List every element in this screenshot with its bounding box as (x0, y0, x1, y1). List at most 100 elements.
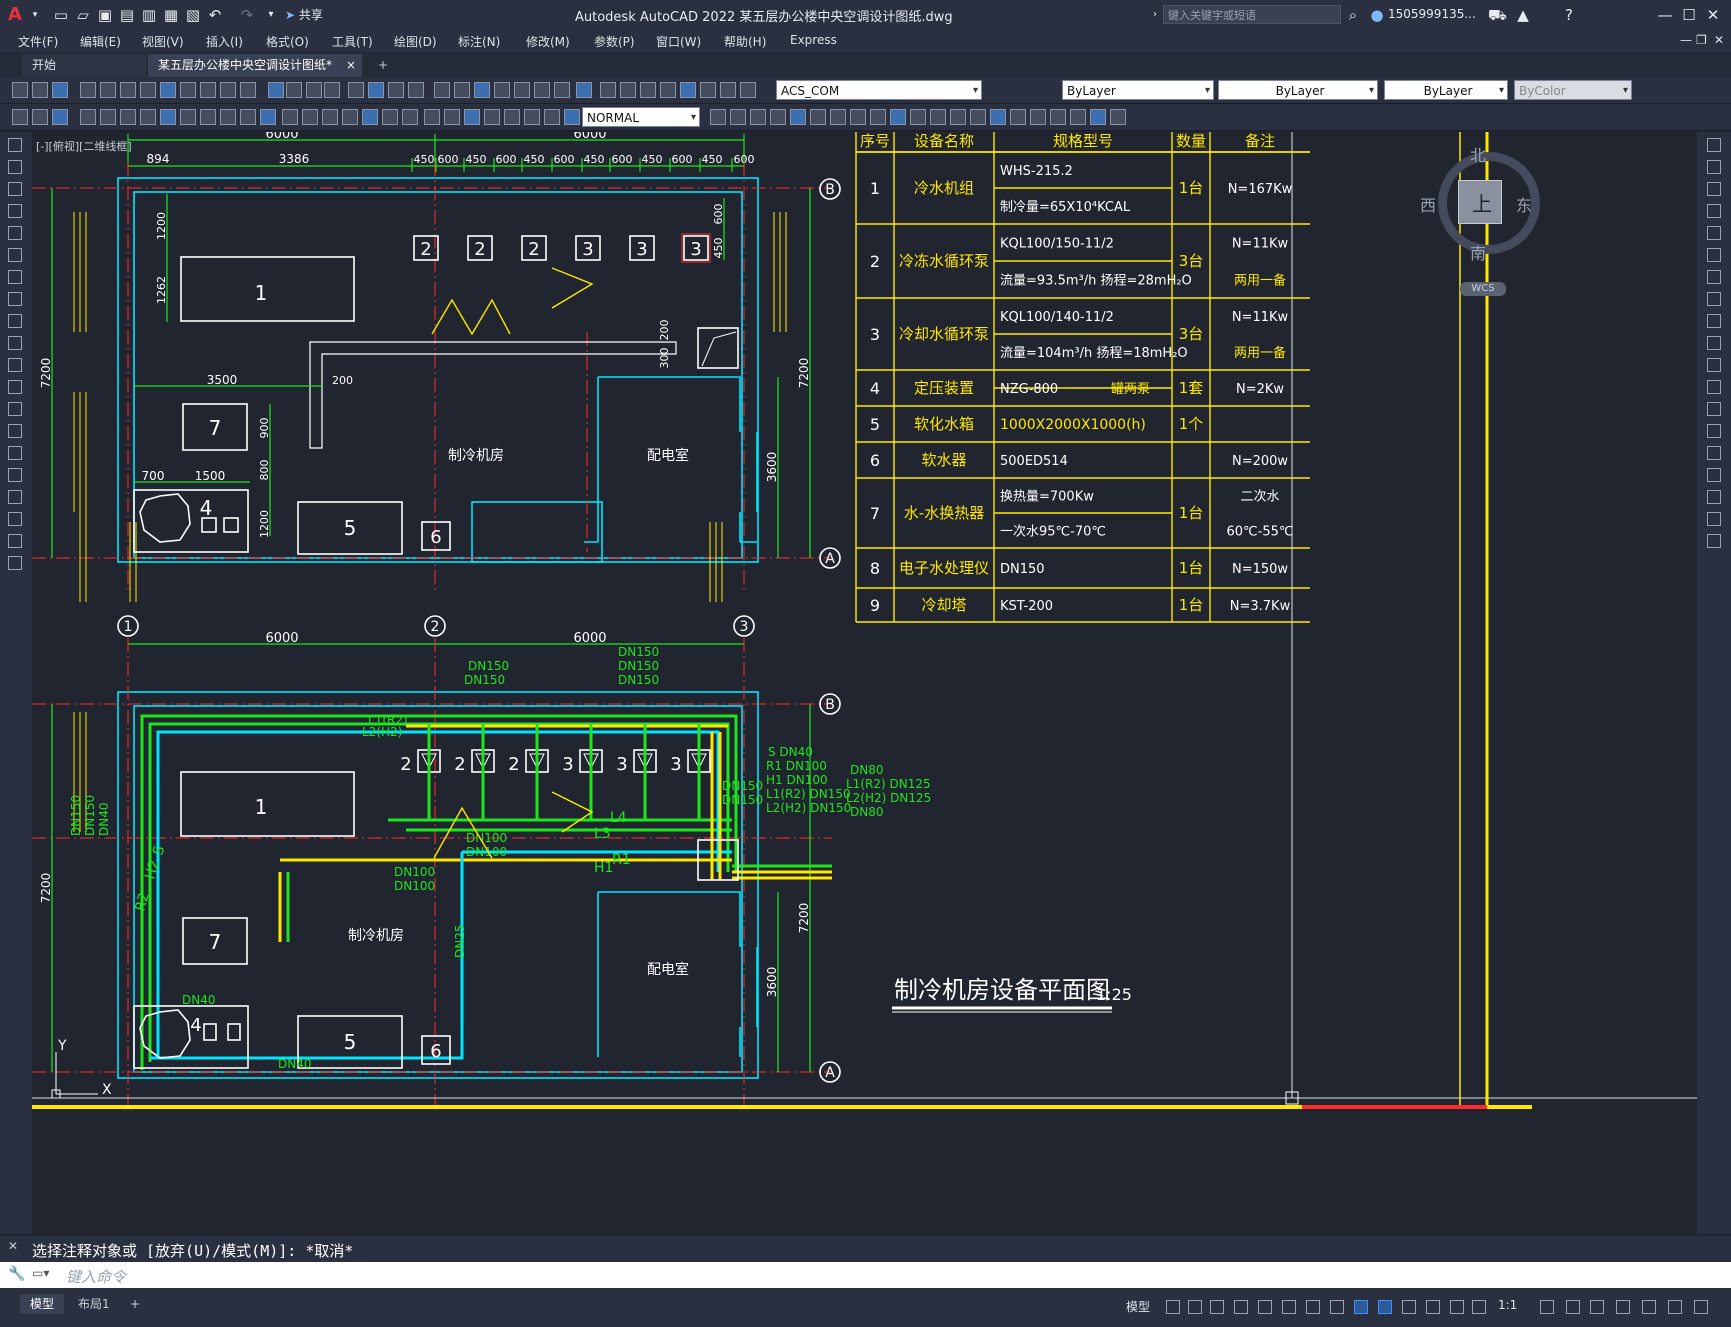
modify-tool-icon-4[interactable] (1707, 226, 1721, 240)
toolbar2-icon-13[interactable] (282, 109, 298, 125)
toolbar2-icon-35[interactable] (850, 109, 866, 125)
modify-tool-icon-5[interactable] (1707, 248, 1721, 262)
status-toggle-icon-11[interactable] (1426, 1300, 1440, 1314)
toolbar2-icon-3[interactable] (80, 109, 96, 125)
lineweight-dropdown[interactable]: ByLayer ▾ (1384, 80, 1508, 100)
tab-start[interactable]: 开始 (22, 54, 146, 77)
status-toggle-icon-12[interactable] (1450, 1300, 1464, 1314)
toolbar1-icon-13[interactable] (286, 82, 302, 98)
modify-tool-icon-11[interactable] (1707, 380, 1721, 394)
toolbar1-icon-17[interactable] (368, 82, 384, 98)
toolbar1-icon-15[interactable] (324, 82, 340, 98)
toolbar1-icon-24[interactable] (514, 82, 530, 98)
modify-tool-icon-0[interactable] (1707, 138, 1721, 152)
toolbar1-icon-0[interactable] (12, 82, 28, 98)
modify-tool-icon-14[interactable] (1707, 446, 1721, 460)
viewcube[interactable]: 上 北 南 东 西 WCS (1420, 140, 1542, 300)
close-icon[interactable]: ✕ (1704, 6, 1722, 24)
redo-icon[interactable]: ↷ (238, 6, 256, 24)
toolbar2-icon-15[interactable] (322, 109, 338, 125)
annotation-scale[interactable]: 1:1 (1498, 1298, 1517, 1312)
toolbar2-icon-21[interactable] (444, 109, 460, 125)
toolbar1-icon-23[interactable] (494, 82, 510, 98)
toolbar2-icon-4[interactable] (100, 109, 116, 125)
toolbar1-icon-9[interactable] (200, 82, 216, 98)
toolbar2-icon-29[interactable] (730, 109, 746, 125)
add-tab-button[interactable]: + (368, 54, 392, 77)
command-input[interactable]: 键入命令 (66, 1266, 126, 1287)
draw-tool-icon-1[interactable] (8, 160, 22, 174)
menu-tools[interactable]: 工具(T) (332, 33, 373, 50)
toolbar2-icon-16[interactable] (342, 109, 358, 125)
modify-tool-icon-12[interactable] (1707, 402, 1721, 416)
modify-tool-icon-10[interactable] (1707, 358, 1721, 372)
menu-insert[interactable]: 插入(I) (206, 33, 243, 50)
status-toggle-icon-0[interactable] (1166, 1300, 1180, 1314)
status-toggle-icon-6[interactable] (1306, 1300, 1320, 1314)
tab-layout1[interactable]: 布局1 (68, 1294, 120, 1314)
viewcube-east[interactable]: 东 (1516, 192, 1532, 216)
toolbar1-icon-12[interactable] (268, 82, 284, 98)
status-toggle-icon-5[interactable] (1282, 1300, 1296, 1314)
toolbar1-icon-28[interactable] (600, 82, 616, 98)
modify-tool-icon-6[interactable] (1707, 270, 1721, 284)
status-toggle-icon-19[interactable] (1668, 1300, 1682, 1314)
toolbar1-icon-5[interactable] (120, 82, 136, 98)
save-icon[interactable]: ▣ (96, 6, 114, 24)
toolbar2-icon-30[interactable] (750, 109, 766, 125)
toolbar1-icon-35[interactable] (740, 82, 756, 98)
toolbar1-icon-30[interactable] (640, 82, 656, 98)
toolbar1-icon-26[interactable] (554, 82, 570, 98)
doc-close-icon[interactable]: ✕ (1714, 33, 1724, 47)
toolbar2-icon-0[interactable] (12, 109, 28, 125)
toolbar2-icon-40[interactable] (950, 109, 966, 125)
toolbar2-icon-8[interactable] (180, 109, 196, 125)
menu-window[interactable]: 窗口(W) (656, 33, 701, 50)
add-layout-button[interactable]: + (120, 1294, 150, 1314)
toolbar2-icon-32[interactable] (790, 109, 806, 125)
toolbar2-icon-20[interactable] (424, 109, 440, 125)
toolbar2-icon-44[interactable] (1030, 109, 1046, 125)
toolbar1-icon-16[interactable] (348, 82, 364, 98)
status-toggle-icon-17[interactable] (1616, 1300, 1630, 1314)
toolbar1-icon-31[interactable] (660, 82, 676, 98)
toolbar2-icon-14[interactable] (302, 109, 318, 125)
status-toggle-icon-18[interactable] (1642, 1300, 1656, 1314)
toolbar1-icon-8[interactable] (180, 82, 196, 98)
menu-modify[interactable]: 修改(M) (526, 33, 570, 50)
toolbar1-icon-27[interactable] (576, 82, 592, 98)
status-toggle-icon-1[interactable] (1188, 1300, 1202, 1314)
toolbar1-icon-22[interactable] (474, 82, 490, 98)
toolbar2-icon-19[interactable] (402, 109, 418, 125)
customize-chevron-icon[interactable]: ▾ (262, 6, 280, 24)
toolbar1-icon-20[interactable] (434, 82, 450, 98)
toolbar2-icon-12[interactable] (260, 109, 276, 125)
toolbar2-icon-33[interactable] (810, 109, 826, 125)
toolbar2-icon-6[interactable] (140, 109, 156, 125)
status-toggle-icon-7[interactable] (1330, 1300, 1344, 1314)
tab-active-drawing[interactable]: 某五层办公楼中央空调设计图纸* × (148, 54, 362, 77)
draw-tool-icon-2[interactable] (8, 182, 22, 196)
wrench-icon[interactable]: 🔧 (8, 1266, 25, 1282)
linetype-dropdown[interactable]: ByLayer ▾ (1218, 80, 1378, 100)
plot-icon[interactable]: ▦ (162, 6, 180, 24)
status-toggle-icon-15[interactable] (1566, 1300, 1580, 1314)
toolbar2-icon-43[interactable] (1010, 109, 1026, 125)
draw-tool-icon-16[interactable] (8, 490, 22, 504)
toolbar2-icon-31[interactable] (770, 109, 786, 125)
maximize-icon[interactable]: ☐ (1680, 6, 1698, 24)
menu-dimension[interactable]: 标注(N) (458, 33, 500, 50)
draw-tool-icon-0[interactable] (8, 138, 22, 152)
tab-model[interactable]: 模型 (20, 1294, 65, 1314)
toolbar2-icon-38[interactable] (910, 109, 926, 125)
menu-parametric[interactable]: 参数(P) (594, 33, 635, 50)
status-toggle-icon-10[interactable] (1402, 1300, 1416, 1314)
draw-tool-icon-14[interactable] (8, 446, 22, 460)
menu-file[interactable]: 文件(F) (18, 33, 58, 50)
toolbar2-icon-10[interactable] (220, 109, 236, 125)
toolbar2-icon-18[interactable] (382, 109, 398, 125)
toolbar1-icon-6[interactable] (140, 82, 156, 98)
viewcube-west[interactable]: 西 (1420, 192, 1436, 216)
plotstyle-dropdown[interactable]: ByColor ▾ (1514, 80, 1632, 100)
undo-icon[interactable]: ↶ (206, 6, 224, 24)
